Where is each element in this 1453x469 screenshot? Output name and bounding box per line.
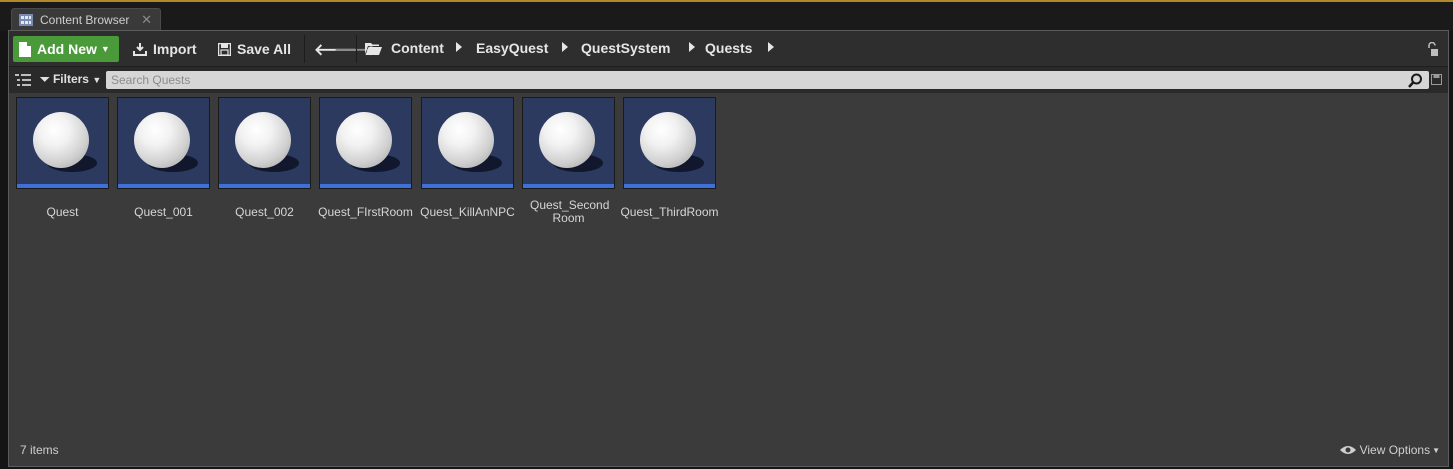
sources-panel-toggle-icon[interactable] <box>15 73 31 87</box>
sphere-icon <box>235 112 291 168</box>
asset-label: Quest <box>46 205 79 219</box>
add-new-button[interactable]: Add New ▼ <box>13 36 119 62</box>
asset-thumbnail <box>421 97 514 189</box>
sphere-icon <box>539 112 595 168</box>
asset-thumbnail <box>623 97 716 189</box>
filters-label: Filters <box>52 72 89 86</box>
import-button[interactable]: Import <box>133 36 197 62</box>
eye-icon <box>1339 446 1356 454</box>
asset-thumbnail <box>16 97 109 189</box>
asset-label: Quest_Second Room <box>530 198 610 225</box>
breadcrumb-questsystem[interactable]: QuestSystem <box>581 40 670 56</box>
view-options-label: View Options <box>1359 443 1431 457</box>
save-all-label: Save All <box>237 41 291 57</box>
asset-label: Quest_001 <box>134 205 193 219</box>
breadcrumb-quests[interactable]: Quests <box>705 40 752 56</box>
import-label: Import <box>153 41 197 57</box>
sphere-icon <box>33 112 89 168</box>
asset-label: Quest_002 <box>235 205 294 219</box>
breadcrumb-arrow-icon[interactable] <box>689 42 695 52</box>
breadcrumb-content[interactable]: Content <box>391 40 444 56</box>
save-search-icon[interactable] <box>1431 74 1442 85</box>
download-icon <box>133 43 147 56</box>
save-all-button[interactable]: Save All <box>218 36 291 62</box>
asset-thumbnail <box>522 97 615 189</box>
content-browser-panel: Add New ▼ Import Save All 🡐 🡒 Cont <box>8 30 1449 467</box>
toolbar-divider <box>304 35 305 63</box>
new-document-icon <box>19 41 31 57</box>
breadcrumb-arrow-icon[interactable] <box>768 42 774 52</box>
tab-content-browser[interactable]: Content Browser ✕ <box>11 8 161 32</box>
dropdown-caret-icon: ▼ <box>92 75 102 85</box>
asset-thumbnail <box>319 97 412 189</box>
content-browser-icon <box>19 14 33 26</box>
sphere-icon <box>438 112 494 168</box>
search-input[interactable]: Search Quests <box>106 71 1429 89</box>
tab-close-icon[interactable]: ✕ <box>141 12 152 28</box>
item-count: 7 items <box>20 443 59 457</box>
breadcrumb-arrow-icon[interactable] <box>456 42 462 52</box>
search-icon[interactable] <box>1408 73 1423 88</box>
filter-bar: ⏷ Filters ▼ Search Quests <box>9 67 1448 93</box>
asset-label: Quest_FIrstRoom <box>318 205 413 219</box>
asset-thumbnail <box>117 97 210 189</box>
dropdown-caret-icon: ▼ <box>100 44 110 54</box>
filters-dropdown[interactable]: ⏷ Filters ▼ <box>40 72 101 87</box>
asset-label: Quest_ThirdRoom <box>620 205 719 219</box>
breadcrumb-easyquest[interactable]: EasyQuest <box>476 40 548 56</box>
tab-bar: Content Browser ✕ <box>0 2 1453 32</box>
folder-open-icon[interactable] <box>365 42 382 55</box>
add-new-label: Add New <box>37 41 97 57</box>
breadcrumb-arrow-icon[interactable] <box>562 42 568 52</box>
filter-funnel-icon: ⏷ <box>40 72 50 86</box>
sphere-icon <box>134 112 190 168</box>
toolbar: Add New ▼ Import Save All 🡐 🡒 Cont <box>9 31 1448 67</box>
asset-label: Quest_KillAnNPC <box>420 205 515 219</box>
sphere-icon <box>640 112 696 168</box>
lock-icon[interactable] <box>1426 42 1438 56</box>
dropdown-caret-icon: ▼ <box>1432 445 1440 455</box>
save-icon <box>218 42 231 56</box>
tab-label: Content Browser <box>40 13 130 27</box>
sphere-icon <box>336 112 392 168</box>
view-options-button[interactable]: View Options ▼ <box>1339 443 1440 457</box>
toolbar-divider <box>356 35 357 63</box>
asset-thumbnail <box>218 97 311 189</box>
